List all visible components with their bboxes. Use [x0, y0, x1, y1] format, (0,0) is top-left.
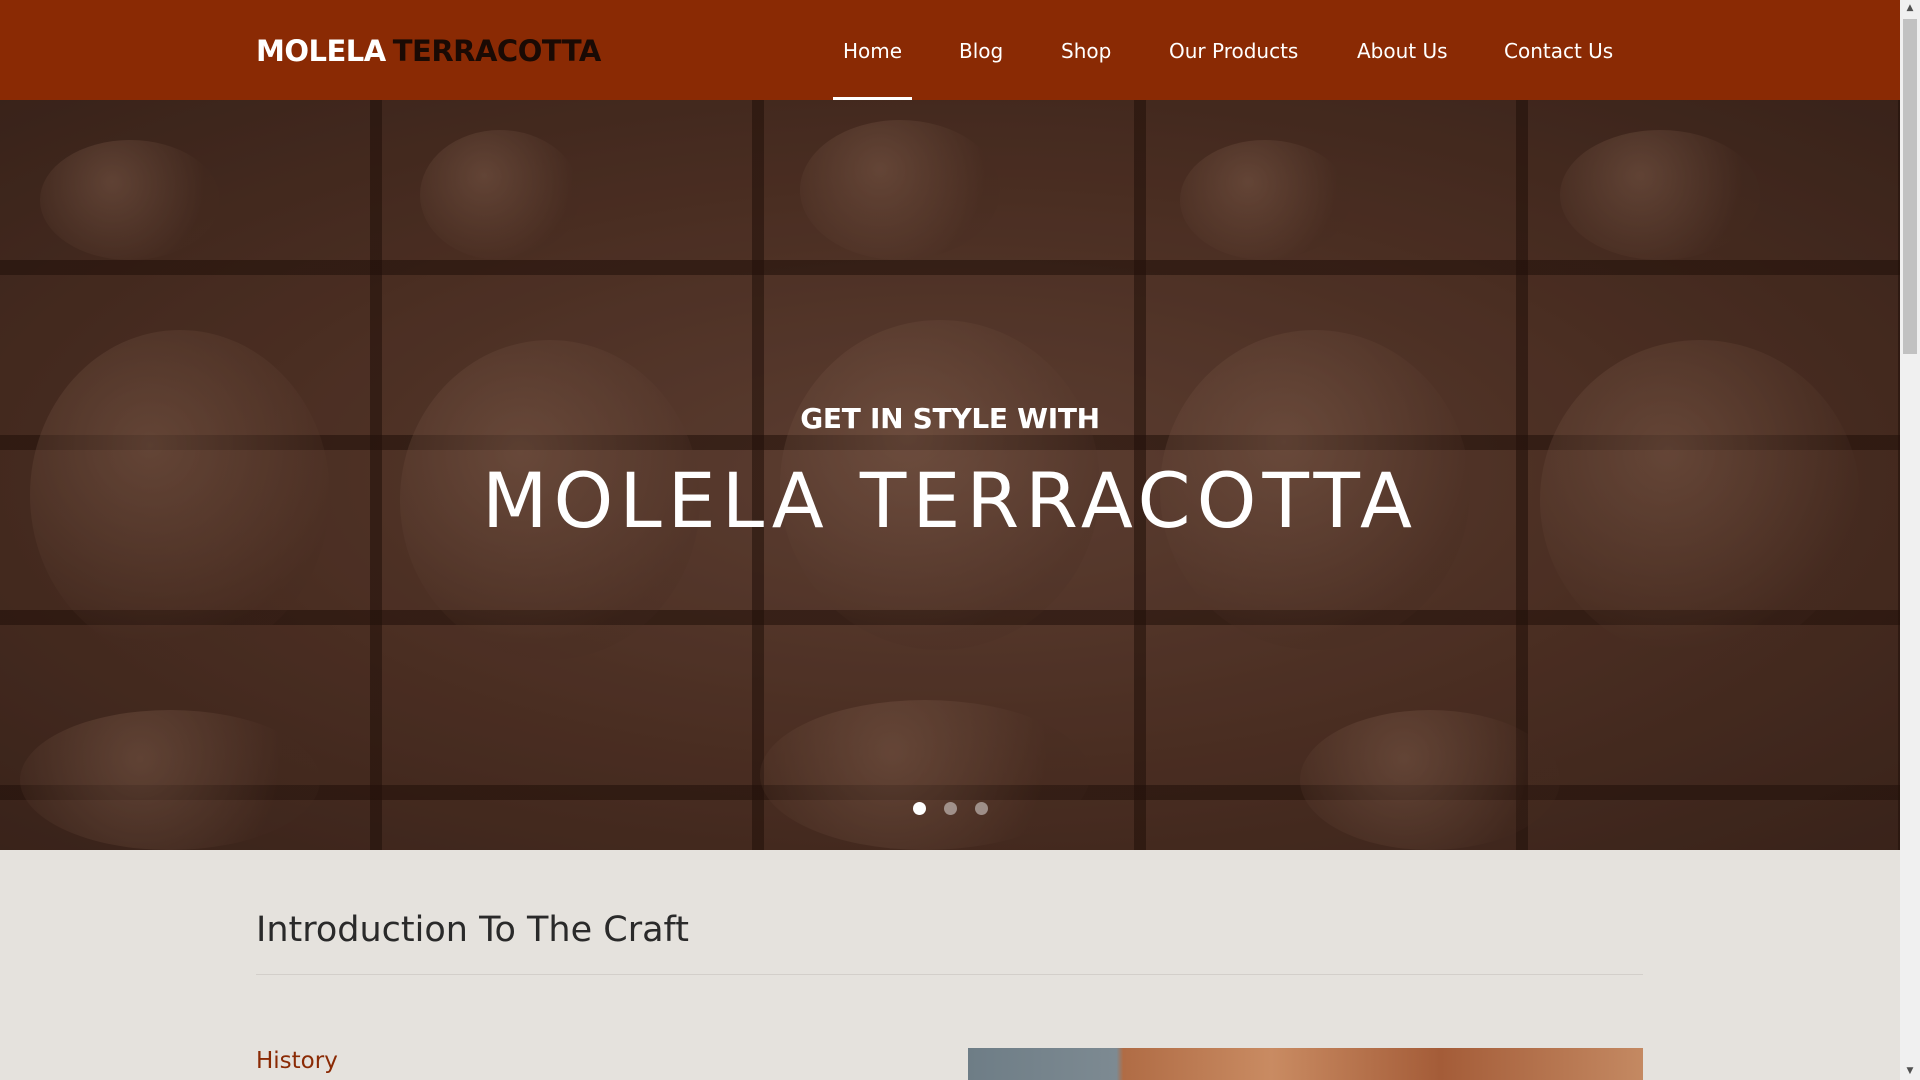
page-scrollbar[interactable]: ▲ ▼: [1900, 0, 1920, 1080]
slider-dot-2[interactable]: [943, 802, 957, 815]
site-header: MOLELA TERRACOTTA Home Blog Shop Our Prod…: [0, 0, 1900, 100]
craft-image: [968, 1048, 1643, 1080]
nav-item-home[interactable]: Home: [832, 0, 913, 100]
hero-subtitle: GET IN STYLE WITH: [800, 402, 1100, 435]
nav-item-contact-us[interactable]: Contact Us: [1504, 0, 1613, 100]
section-title: Introduction To The Craft: [256, 910, 689, 950]
nav-item-our-products[interactable]: Our Products: [1169, 0, 1298, 100]
nav-item-blog[interactable]: Blog: [959, 0, 1003, 100]
main-nav: Home Blog Shop Our Products About Us Con…: [0, 0, 1900, 100]
nav-item-about-us[interactable]: About Us: [1357, 0, 1448, 100]
scroll-up-icon[interactable]: ▲: [1900, 0, 1920, 17]
scroll-thumb[interactable]: [1903, 19, 1917, 354]
slider-dot-1[interactable]: [912, 802, 926, 815]
history-heading: History: [256, 1048, 338, 1074]
nav-item-shop[interactable]: Shop: [1061, 0, 1111, 100]
slider-pagination: [0, 800, 1900, 819]
hero-title: MOLELA TERRACOTTA: [481, 456, 1419, 545]
slider-dot-3[interactable]: [974, 802, 988, 815]
section-divider: [256, 974, 1643, 975]
scroll-down-icon[interactable]: ▼: [1900, 1063, 1920, 1080]
hero-slider: GET IN STYLE WITH MOLELA TERRACOTTA: [0, 100, 1900, 850]
